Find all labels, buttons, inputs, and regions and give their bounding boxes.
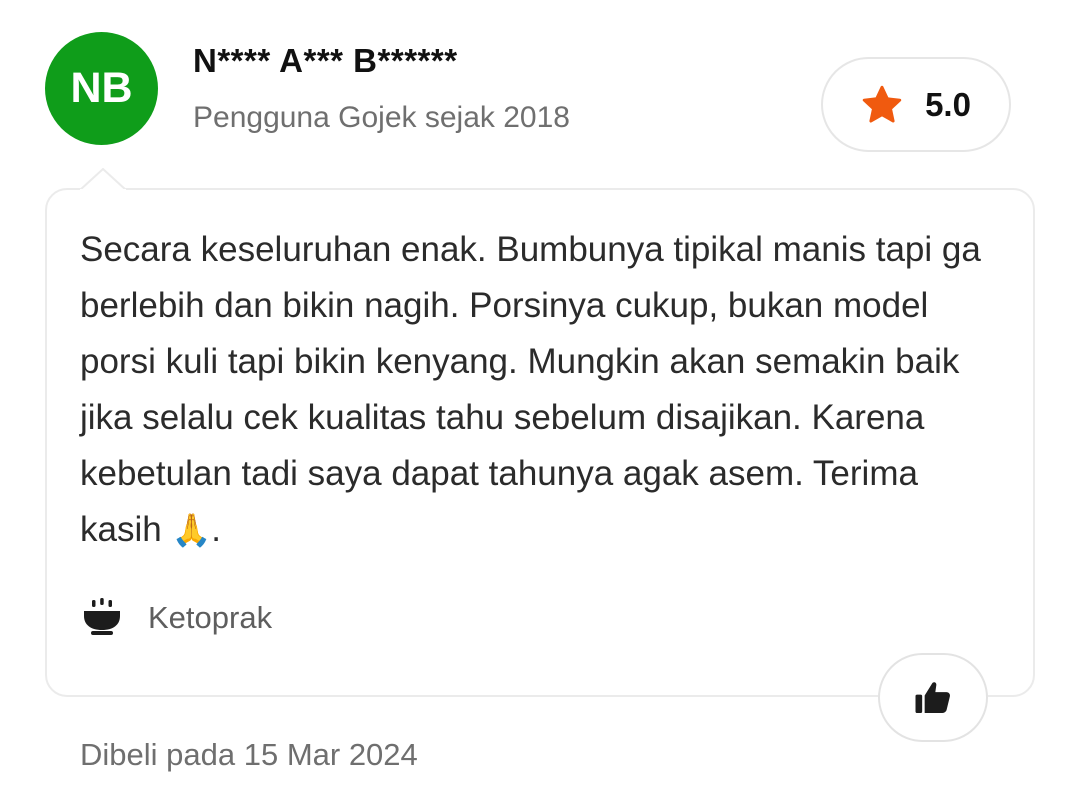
purchase-date: Dibeli pada 15 Mar 2024 xyxy=(80,737,418,772)
review-end-punct: . xyxy=(211,510,222,549)
dish-name: Ketoprak xyxy=(148,600,273,635)
star-icon xyxy=(861,84,903,126)
thumbs-up-icon xyxy=(913,678,953,718)
avatar: NB xyxy=(45,32,158,145)
rating-badge: 5.0 xyxy=(821,57,1011,152)
review-item: NB N**** A*** B****** Pengguna Gojek sej… xyxy=(0,0,1080,804)
bowl-icon xyxy=(82,598,122,638)
like-button[interactable] xyxy=(878,653,988,742)
review-body: Secara keseluruhan enak. Bumbunya tipika… xyxy=(80,230,981,549)
reviewer-since: Pengguna Gojek sejak 2018 xyxy=(193,101,570,134)
reviewer-name: N**** A*** B****** xyxy=(193,42,458,79)
praying-hands-emoji: 🙏 xyxy=(171,512,212,548)
review-text: Secara keseluruhan enak. Bumbunya tipika… xyxy=(80,222,1000,558)
rating-value: 5.0 xyxy=(925,85,971,123)
avatar-initials: NB xyxy=(70,64,133,112)
